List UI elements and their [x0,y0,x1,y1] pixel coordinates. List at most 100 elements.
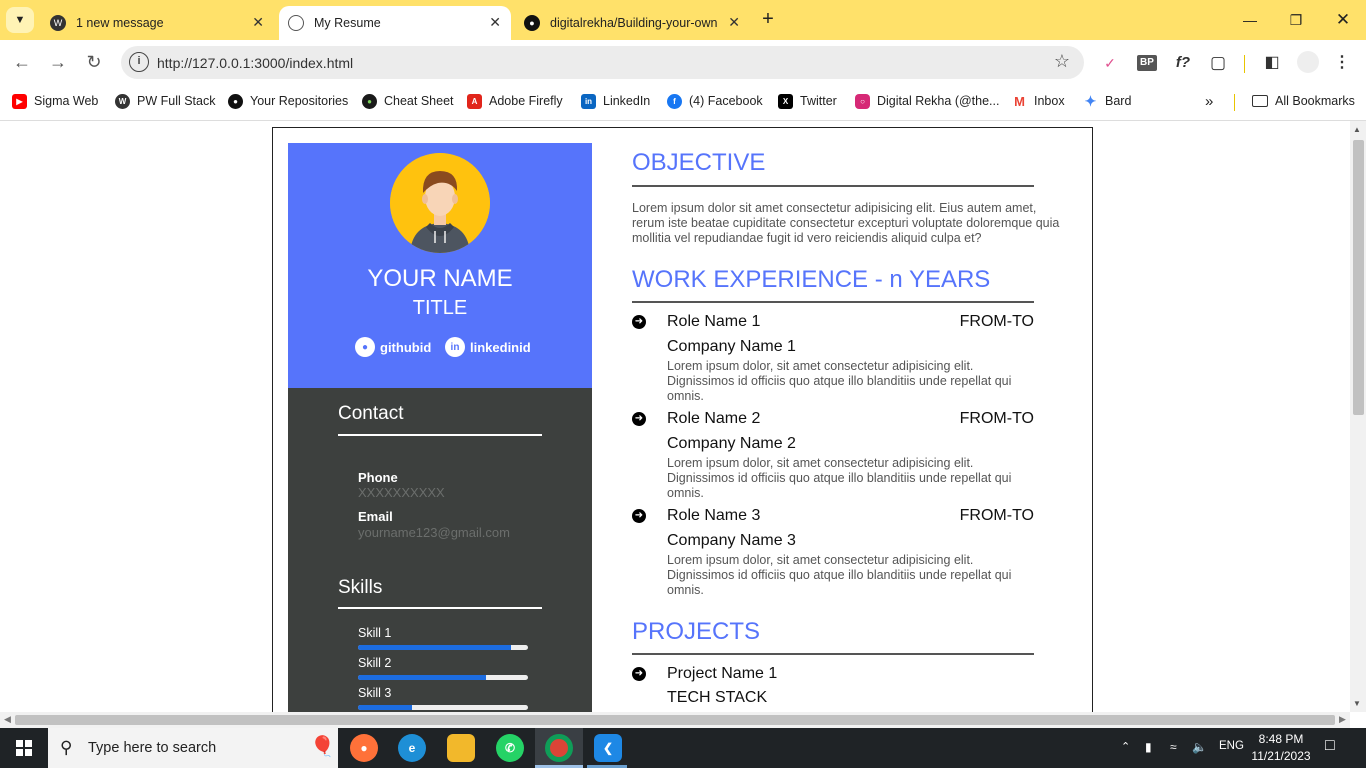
skill-progress-bar [358,675,528,680]
close-icon[interactable]: ✕ [489,14,501,31]
bookmark-label: Cheat Sheet [384,94,454,108]
font-extension-icon[interactable]: f? [1172,52,1194,74]
scroll-up-icon[interactable]: ▲ [1353,125,1361,134]
scroll-right-icon[interactable]: ▶ [1339,714,1346,725]
skill-progress-fill [358,675,486,680]
whatsapp-icon[interactable]: ✆ [496,734,524,762]
reload-button[interactable]: ↻ [82,50,106,74]
bookmark-inbox[interactable]: M Inbox [1012,92,1065,110]
vertical-scrollbar[interactable]: ▲ ▼ [1350,121,1366,712]
skills-heading: Skills [338,577,383,598]
bookmark-bard[interactable]: ✦ Bard [1083,92,1131,110]
all-bookmarks-folder[interactable]: All Bookmarks [1252,92,1355,110]
new-tab-button[interactable]: + [757,8,779,30]
battery-icon[interactable]: ▮ [1145,740,1152,754]
bookmark-digital-rekha[interactable]: ○ Digital Rekha (@the... [855,92,999,110]
color-picker-extension-icon[interactable]: ✓ [1100,52,1120,74]
volume-icon[interactable]: 🔈 [1192,740,1207,754]
bookmark-star-icon[interactable]: ☆ [1054,51,1070,72]
tab-messages[interactable]: W 1 new message ✕ [40,6,274,40]
more-menu-icon[interactable]: ⋮ [1334,52,1350,74]
forward-button[interactable]: → [46,50,70,74]
project-name: Project Name 1 [667,665,778,682]
vscode-icon[interactable]: ❮ [594,734,622,762]
taskbar-search[interactable]: ⚲ Type here to search 🎈 [48,728,338,768]
profile-header: YOUR NAME TITLE ● githubid in linkedinid [288,143,592,388]
bookmark-linkedin[interactable]: in LinkedIn [581,92,650,110]
job-description: Lorem ipsum dolor, sit amet consectetur … [667,456,1012,500]
bookmark-your-repositories[interactable]: ● Your Repositories [228,92,348,110]
tab-search-button[interactable]: ▼ [6,7,34,33]
profile-avatar[interactable] [1297,51,1319,73]
contact-divider [338,434,542,436]
notification-icon[interactable]: □ [1325,737,1335,755]
x-icon: X [778,93,793,109]
back-button[interactable]: ← [10,50,34,74]
bookmarks-bar: ▶ Sigma Web W PW Full Stack ● Your Reposito… [0,85,1366,121]
skill-progress-fill [358,645,511,650]
github-link[interactable]: ● githubid [355,337,431,357]
restore-button[interactable]: ❐ [1284,8,1308,32]
more-bookmarks-chevron-icon[interactable]: » [1205,92,1213,110]
bookmark-label: All Bookmarks [1275,94,1355,108]
wordpress-icon: W [115,93,130,109]
close-icon[interactable]: ✕ [252,14,264,31]
bookmark-pw-full-stack[interactable]: W PW Full Stack [115,92,216,110]
bookmark-label: Bard [1105,94,1132,108]
wifi-icon[interactable]: ≈ [1170,740,1177,754]
bookmark-label: Inbox [1034,94,1065,108]
scroll-left-icon[interactable]: ◀ [4,714,11,725]
bookmark-sigma-web[interactable]: ▶ Sigma Web [12,92,98,110]
address-bar[interactable]: i http://127.0.0.1:3000/index.html ☆ [121,46,1084,79]
work-divider [632,301,1034,303]
clock-date: 11/21/2023 [1251,749,1311,763]
bookmark-adobe-firefly[interactable]: A Adobe Firefly [467,92,563,110]
skill-name: Skill 3 [358,686,392,700]
edge-icon[interactable]: e [398,734,426,762]
close-window-button[interactable]: ✕ [1331,8,1355,32]
side-panel-icon[interactable]: ◧ [1262,52,1282,74]
arrow-circle-icon: ➜ [632,412,646,426]
sidebar-details: Contact Phone XXXXXXXXXX Email yourname1… [288,388,592,712]
close-icon[interactable]: ✕ [724,14,740,31]
file-explorer-icon[interactable] [447,734,475,762]
chevron-up-icon[interactable]: ⌃ [1121,740,1130,753]
contact-heading: Contact [338,403,404,424]
scrollbar-thumb[interactable] [1353,140,1364,415]
linkedin-icon: in [581,93,596,109]
chrome-icon[interactable] [545,734,573,762]
extensions-puzzle-icon[interactable]: ▢ [1208,52,1228,74]
skill-progress-fill [358,705,413,710]
instagram-icon: ○ [855,93,870,109]
minimize-button[interactable]: — [1238,8,1262,32]
tab-my-resume[interactable]: My Resume ✕ [279,6,511,40]
browser-toolbar: ← → ↻ i http://127.0.0.1:3000/index.html… [0,40,1366,85]
language-indicator[interactable]: ENG [1219,740,1244,752]
bp-extension-icon[interactable]: BP [1137,55,1157,71]
bookmark-cheat-sheet[interactable]: ● Cheat Sheet [362,92,454,110]
skill-progress-bar [358,705,528,710]
site-info-icon[interactable]: i [129,52,149,72]
tab-github-repo[interactable]: ● digitalrekha/Building-your-own ✕ [516,6,750,40]
search-icon: ⚲ [60,738,73,757]
start-button[interactable] [0,728,48,768]
job-role: Role Name 3 [667,507,761,524]
linkedin-label: linkedinid [470,339,531,355]
avatar-illustration-icon [390,153,490,253]
url-text[interactable]: http://127.0.0.1:3000/index.html [157,55,353,71]
scrollbar-thumb[interactable] [15,715,1335,725]
search-placeholder: Type here to search [88,740,217,756]
bookmark-twitter[interactable]: X Twitter [778,92,837,110]
bookmark-label: Digital Rekha (@the... [877,94,1000,108]
bookmark-label: PW Full Stack [137,94,216,108]
objective-heading: OBJECTIVE [632,149,766,176]
job-dates: FROM-TO [959,410,1034,427]
system-clock[interactable]: 8:48 PM 11/21/2023 [1250,731,1312,765]
skill-progress-bar [358,645,528,650]
bookmark-facebook[interactable]: f (4) Facebook [667,92,763,110]
linkedin-link[interactable]: in linkedinid [445,337,531,357]
bookmarks-divider [1234,94,1235,111]
firefox-icon[interactable]: ● [350,734,378,762]
horizontal-scrollbar[interactable]: ◀ ▶ [0,712,1350,728]
scroll-down-icon[interactable]: ▼ [1353,699,1361,708]
